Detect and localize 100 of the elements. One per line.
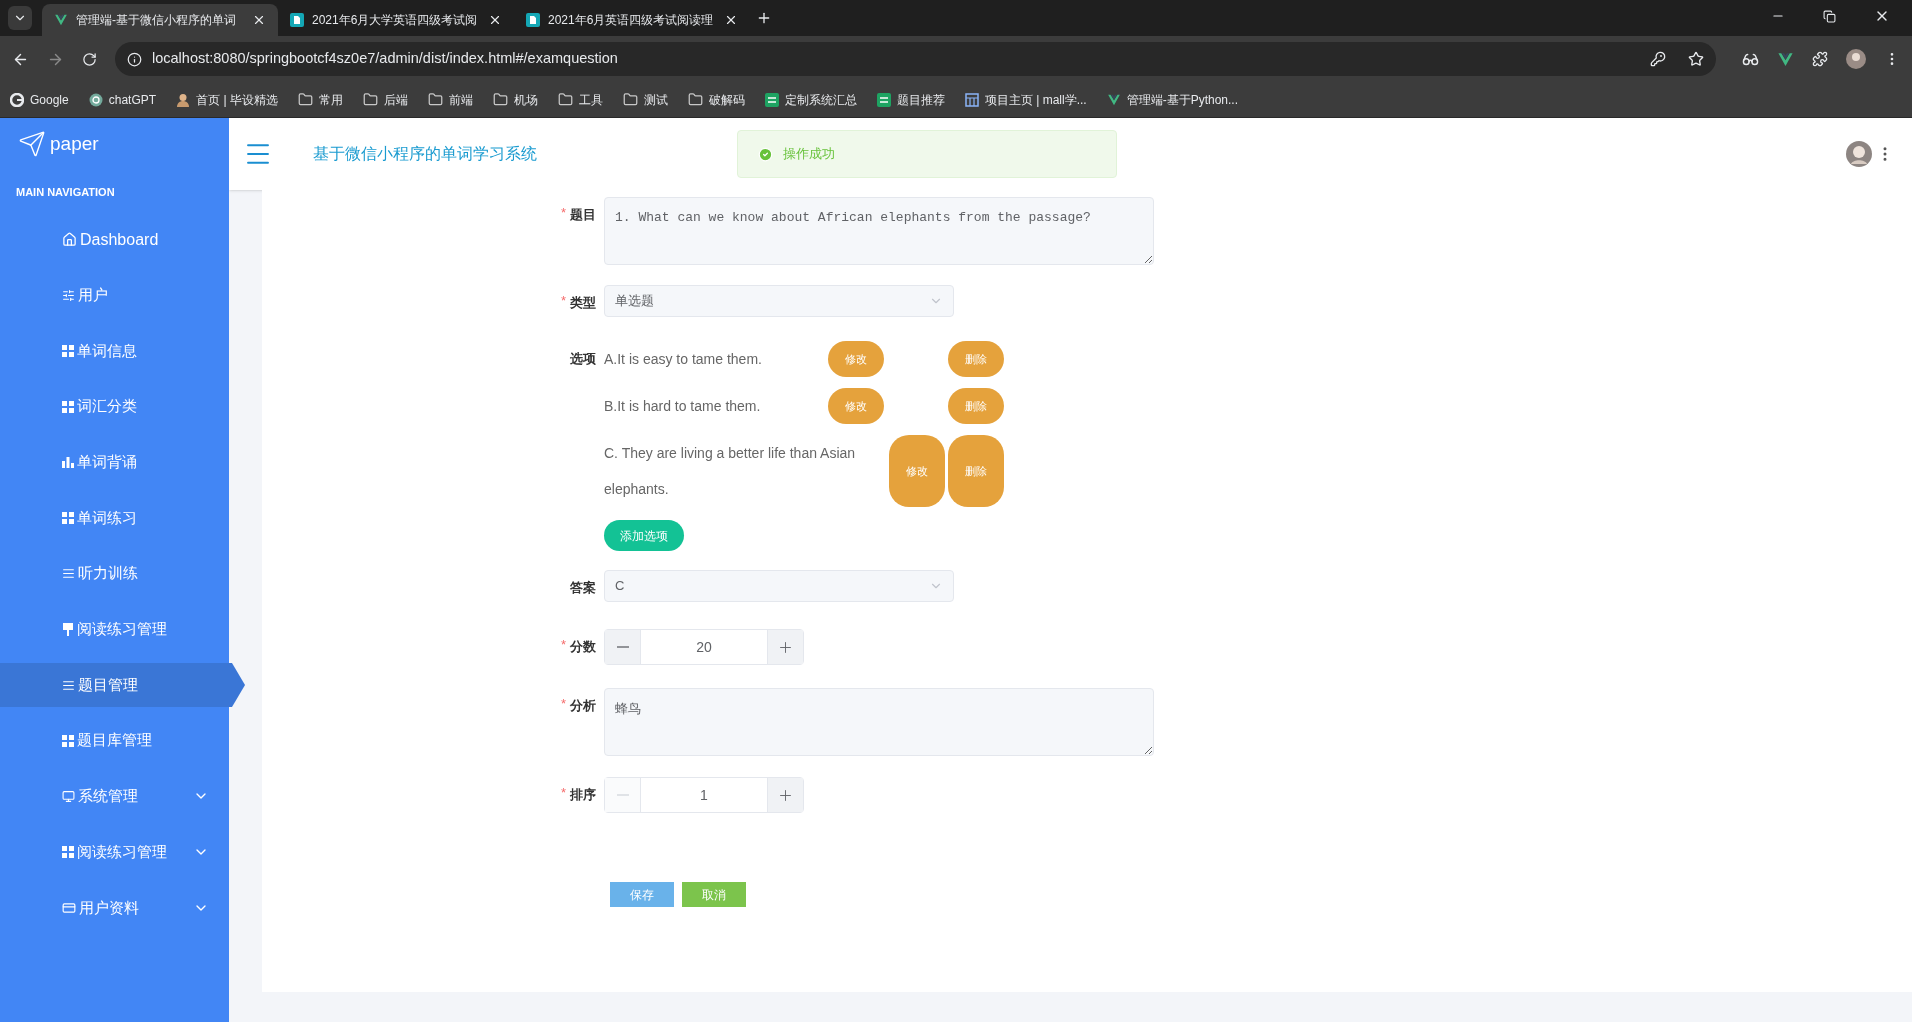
site-info-icon[interactable]: [127, 51, 142, 67]
nav-item[interactable]: 单词背诵: [0, 440, 229, 485]
vue-logo-icon: [1777, 50, 1794, 68]
restore-icon[interactable]: [1823, 9, 1836, 23]
logo-text: paper: [50, 131, 99, 156]
sliders-icon: [62, 288, 75, 302]
site-icon: [964, 92, 979, 107]
nav-item[interactable]: 题目库管理: [0, 718, 229, 763]
nav-item[interactable]: 听力训练: [0, 551, 229, 596]
nav-item[interactable]: 用户资料: [0, 885, 229, 930]
bookmark[interactable]: Google: [10, 90, 69, 109]
nav-item[interactable]: 阅读练习管理: [0, 607, 229, 652]
tab-title: 管理端-基于微信小程序的单词: [76, 12, 237, 29]
home-icon: [62, 232, 77, 247]
text-area[interactable]: 1. What can we know about African elephants from the passage?: [604, 197, 1154, 265]
list-icon: [62, 567, 75, 581]
select-field[interactable]: 单选题: [604, 285, 954, 317]
nav-item[interactable]: Dashboard: [0, 217, 229, 262]
number-value: 20: [696, 637, 712, 657]
grid-icon: [62, 344, 74, 357]
field-label: 答案: [570, 579, 596, 597]
nav-heading: MAIN NAVIGATION: [15, 185, 116, 200]
minus-icon: [616, 646, 629, 648]
document-icon: [290, 13, 304, 27]
required-mark: *: [560, 696, 566, 713]
card-icon: [62, 900, 76, 915]
extensions-icon[interactable]: [1812, 51, 1828, 67]
folder-icon: [362, 92, 378, 107]
nav-item[interactable]: 单词信息: [0, 328, 229, 373]
grid-icon: [62, 846, 74, 859]
nav-item[interactable]: 用户: [0, 273, 229, 318]
grid-icon: [62, 400, 74, 413]
document-icon: [526, 13, 540, 27]
bookmark[interactable]: 题目推荐: [876, 90, 945, 109]
list-icon: [62, 678, 75, 692]
option-text: A.It is easy to tame them.: [604, 350, 763, 369]
system-title: 基于微信小程序的单词学习系统: [313, 144, 537, 164]
browser-tab[interactable]: 2021年6月大学英语四级考试阅: [278, 4, 514, 36]
browser-tab[interactable]: 管理端-基于微信小程序的单词: [42, 4, 278, 36]
close-icon[interactable]: [488, 13, 502, 27]
nav-item[interactable]: 词汇分类: [0, 384, 229, 429]
bookmark-star-icon[interactable]: [1688, 51, 1704, 67]
address-bar[interactable]: localhost:8080/springbootcf4sz0e7/admin/dist/index.html#/examquestion: [115, 42, 1716, 76]
bookmark[interactable]: chatGPT: [88, 90, 157, 109]
reload-icon[interactable]: [82, 51, 97, 67]
spreadsheet-icon: [876, 92, 891, 107]
bookmark[interactable]: 管理端-基于Python...: [1106, 90, 1238, 109]
bookmark[interactable]: 项目主页 | mall学...: [964, 90, 1087, 109]
key-icon[interactable]: [1650, 51, 1666, 67]
field-label: 选项: [570, 350, 596, 368]
nav-item[interactable]: 阅读练习管理: [0, 830, 229, 875]
folder-icon: [622, 92, 638, 107]
bookmark[interactable]: 首页 | 毕设精选: [176, 90, 278, 109]
nav-item[interactable]: 单词练习: [0, 495, 229, 540]
required-mark: *: [560, 637, 566, 654]
vue-logo-icon: [54, 13, 68, 27]
tab-title: 2021年6月大学英语四级考试阅: [312, 12, 479, 29]
nav-item[interactable]: 系统管理: [0, 774, 229, 819]
chat-icon: [88, 92, 103, 107]
folder-icon: [557, 92, 573, 107]
avatar-icon[interactable]: [1846, 49, 1866, 69]
user-avatar-icon[interactable]: [1846, 141, 1872, 167]
folder-icon: [687, 92, 703, 107]
option-text: C. They are living a better life than Asian elephants.: [604, 444, 857, 499]
bookmark[interactable]: 测试: [622, 90, 668, 109]
required-mark: *: [560, 293, 566, 310]
new-tab-icon[interactable]: [756, 10, 772, 26]
bar-chart-icon: [62, 456, 74, 469]
paper-plane-logo-icon: [18, 130, 46, 158]
field-label: 分析: [570, 697, 596, 715]
bookmark[interactable]: 常用: [297, 90, 343, 109]
folder-icon: [492, 92, 508, 107]
bookmark[interactable]: 工具: [557, 90, 603, 109]
folder-icon: [427, 92, 443, 107]
browser-tab[interactable]: 2021年6月英语四级考试阅读理: [514, 4, 750, 36]
bookmark[interactable]: 机场: [492, 90, 538, 109]
monitor-icon: [62, 789, 75, 803]
bookmark[interactable]: 前端: [427, 90, 473, 109]
field-label: 题目: [570, 206, 596, 224]
close-icon[interactable]: [724, 13, 738, 27]
spreadsheet-icon: [764, 92, 779, 107]
text-area[interactable]: 蜂鸟: [604, 688, 1154, 756]
success-toast: 操作成功: [737, 130, 1117, 178]
select-field[interactable]: C: [604, 570, 954, 602]
tab-title: 2021年6月英语四级考试阅读理: [548, 12, 715, 29]
field-label: 排序: [570, 786, 596, 804]
field-label: 类型: [570, 294, 596, 312]
person-icon: [176, 92, 191, 107]
bookmark[interactable]: 后端: [362, 90, 408, 109]
tab-search-button[interactable]: [8, 6, 32, 30]
grid-icon: [62, 734, 74, 747]
google-icon: [10, 92, 24, 107]
pin-icon: [62, 622, 74, 636]
number-value: 1: [700, 785, 708, 805]
bookmark[interactable]: 定制系统汇总: [764, 90, 857, 109]
success-icon: [758, 146, 773, 162]
close-icon[interactable]: [252, 13, 266, 27]
bookmark[interactable]: 破解码: [687, 90, 745, 109]
grid-icon: [62, 511, 74, 524]
vue-logo-icon: [1106, 92, 1121, 107]
